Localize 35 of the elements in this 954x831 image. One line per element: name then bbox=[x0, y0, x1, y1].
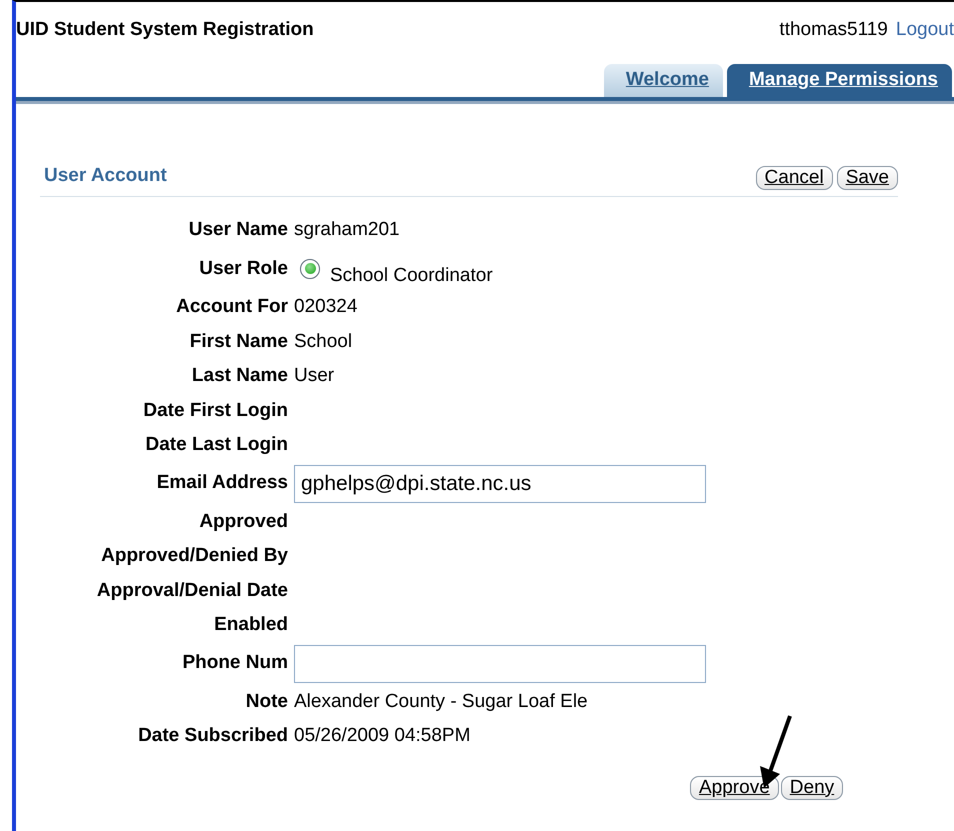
field-value: sgraham201 bbox=[294, 218, 400, 242]
field-label: Account For bbox=[175, 295, 289, 319]
field-label: First Name bbox=[188, 330, 289, 354]
field-label: User Role bbox=[198, 256, 289, 280]
logout-link[interactable]: Logout bbox=[896, 16, 954, 64]
field-value: 020324 bbox=[294, 295, 358, 319]
field-label: Approval/Denial Date bbox=[96, 578, 289, 602]
radio-label: School Coordinator bbox=[330, 264, 493, 288]
app-title: UID Student System Registration bbox=[16, 18, 314, 42]
field-value: 05/26/2009 04:58PM bbox=[294, 724, 470, 748]
tab[interactable]: Manage Permissions bbox=[726, 64, 952, 96]
section-title: User Account bbox=[44, 164, 167, 188]
form-button[interactable]: Save bbox=[836, 166, 898, 190]
field-value: School bbox=[294, 330, 352, 354]
field-label: Phone Num bbox=[181, 651, 289, 676]
field-label: Note bbox=[244, 690, 289, 714]
field-label: Date Subscribed bbox=[137, 724, 289, 748]
field-label: Approved bbox=[198, 510, 289, 534]
input-field[interactable]: gphelps@dpi.state.nc.us bbox=[294, 464, 706, 502]
field-label: Approved/Denied By bbox=[100, 544, 289, 568]
field-label: Last Name bbox=[190, 364, 289, 388]
action-button[interactable]: Deny bbox=[780, 776, 844, 800]
input-field[interactable] bbox=[294, 644, 706, 682]
field-label: Date Last Login bbox=[144, 433, 289, 457]
field-label: Date First Login bbox=[142, 398, 289, 422]
field-label: Enabled bbox=[213, 613, 289, 637]
field-value: User bbox=[294, 364, 334, 388]
field-value: Alexander County - Sugar Loaf Ele bbox=[294, 690, 588, 714]
username: tthomas5119 bbox=[779, 18, 888, 42]
radio-button[interactable] bbox=[300, 258, 320, 279]
action-button[interactable]: Approve bbox=[690, 776, 779, 800]
field-label: Email Address bbox=[156, 471, 289, 496]
tab[interactable]: Welcome bbox=[604, 64, 723, 96]
field-label: User Name bbox=[188, 218, 289, 242]
form-button[interactable]: Cancel bbox=[756, 166, 833, 190]
